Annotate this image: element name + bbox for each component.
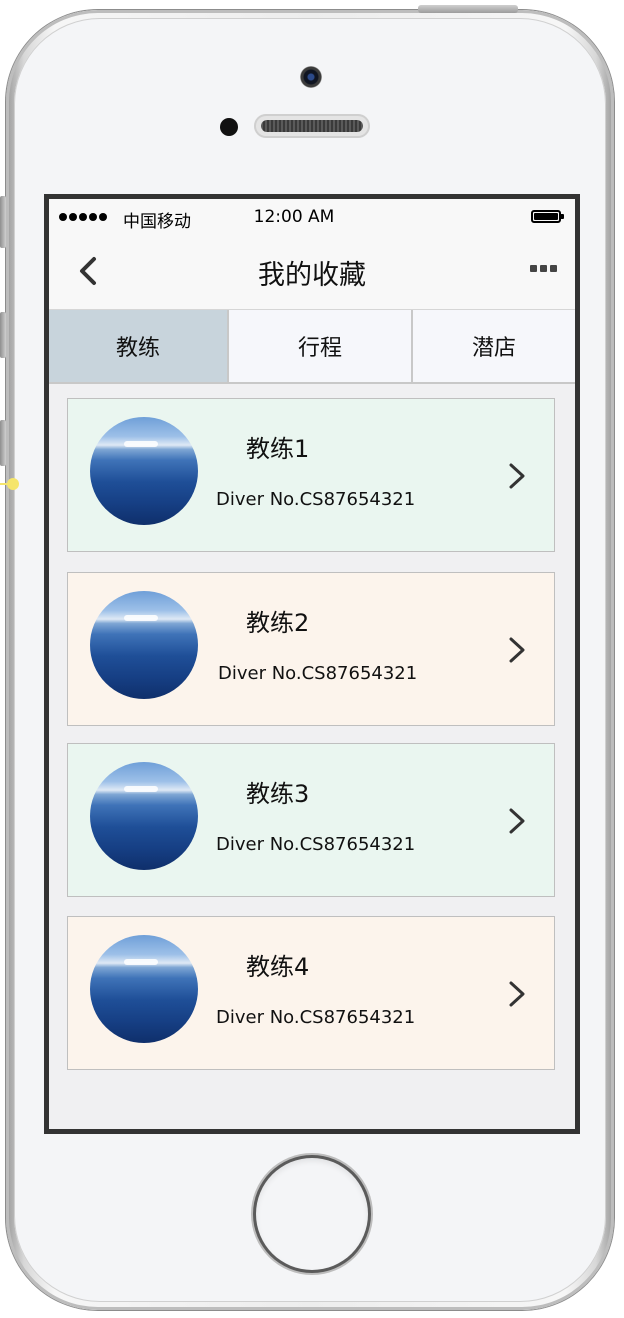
mute-switch <box>0 196 6 248</box>
chevron-right-icon <box>509 808 525 834</box>
screen: 中国移动 12:00 AM 我的收藏 教练 行程 潜店 教练1 Diver No… <box>44 194 580 1134</box>
more-dot-icon <box>550 265 557 272</box>
coach-name: 教练2 <box>246 609 310 637</box>
coach-card[interactable]: 教练2 Diver No.CS87654321 <box>67 572 555 726</box>
home-button[interactable] <box>256 1158 368 1270</box>
power-button <box>418 5 518 13</box>
coach-card[interactable]: 教练4 Diver No.CS87654321 <box>67 916 555 1070</box>
more-dot-icon <box>540 265 547 272</box>
volume-up-button <box>0 312 6 358</box>
proximity-sensor <box>220 118 238 136</box>
avatar <box>90 591 198 699</box>
earpiece-speaker <box>254 114 370 138</box>
more-options-button[interactable] <box>530 265 557 272</box>
diver-number: Diver No.CS87654321 <box>216 1007 416 1028</box>
diver-number: Diver No.CS87654321 <box>218 663 418 684</box>
tab-dive-shop[interactable]: 潜店 <box>413 310 575 382</box>
avatar <box>90 762 198 870</box>
chevron-right-icon <box>509 981 525 1007</box>
chevron-right-icon <box>509 463 525 489</box>
category-tabs: 教练 行程 潜店 <box>49 310 575 384</box>
avatar <box>90 935 198 1043</box>
chevron-right-icon <box>509 637 525 663</box>
volume-down-button <box>0 420 6 466</box>
navigation-bar: 我的收藏 <box>49 233 575 310</box>
tab-itinerary[interactable]: 行程 <box>229 310 413 382</box>
tab-coach[interactable]: 教练 <box>49 310 229 382</box>
diver-number: Diver No.CS87654321 <box>216 489 416 510</box>
connector-dot <box>7 478 19 490</box>
coach-name: 教练3 <box>246 780 310 808</box>
diver-number: Diver No.CS87654321 <box>216 834 416 855</box>
more-dot-icon <box>530 265 537 272</box>
coach-name: 教练1 <box>246 435 310 463</box>
status-bar: 中国移动 12:00 AM <box>49 199 575 233</box>
coach-name: 教练4 <box>246 953 310 981</box>
battery-icon <box>531 210 564 223</box>
page-title: 我的收藏 <box>258 260 366 291</box>
front-camera <box>300 66 322 88</box>
avatar <box>90 417 198 525</box>
coach-card[interactable]: 教练1 Diver No.CS87654321 <box>67 398 555 552</box>
coach-card[interactable]: 教练3 Diver No.CS87654321 <box>67 743 555 897</box>
status-time: 12:00 AM <box>253 207 335 227</box>
